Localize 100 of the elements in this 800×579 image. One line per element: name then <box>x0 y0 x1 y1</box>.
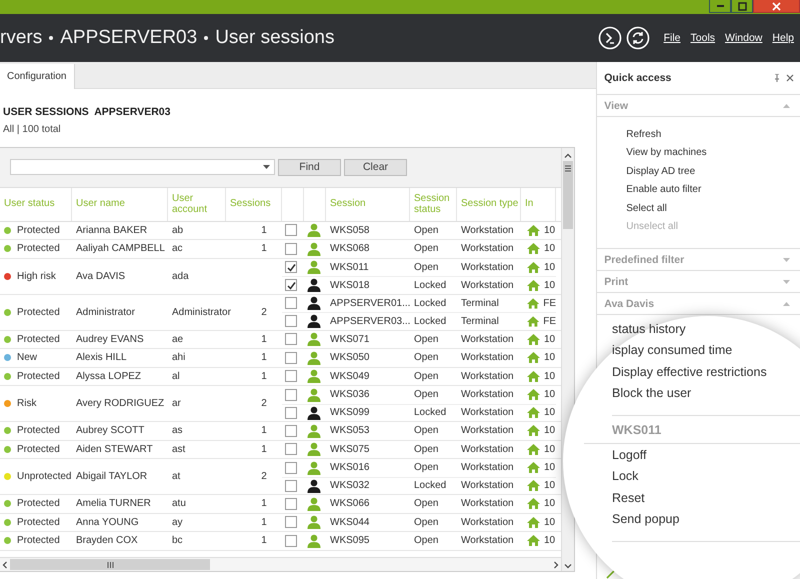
session-status: Locked <box>414 480 446 492</box>
scrollbar-thumb[interactable] <box>563 161 573 229</box>
house-icon <box>527 444 540 455</box>
check-icon <box>606 569 616 579</box>
close-icon[interactable] <box>786 74 794 82</box>
menu-item[interactable]: Help <box>772 32 794 44</box>
find-button[interactable]: Find <box>278 158 341 176</box>
session-status: Open <box>414 224 438 236</box>
panel-action[interactable]: status history <box>612 318 800 340</box>
user-account: ada <box>172 270 189 282</box>
panel-action[interactable]: isplay consumed time <box>612 340 800 361</box>
session-status: Open <box>414 262 438 273</box>
session-type: Workstation <box>461 389 514 400</box>
row-checkbox[interactable] <box>285 516 297 528</box>
panel-action[interactable]: Refresh <box>626 125 800 144</box>
user-account: ay <box>172 516 183 528</box>
prompt-icon[interactable] <box>598 26 622 50</box>
menu-item[interactable]: Tools <box>690 32 716 44</box>
row-checkbox[interactable] <box>285 388 297 401</box>
session-status: Locked <box>414 316 446 327</box>
breadcrumb-item[interactable]: User sessions <box>215 27 335 49</box>
panel-action[interactable]: Reset <box>612 487 800 508</box>
session-type: Workstation <box>461 480 514 492</box>
row-checkbox[interactable] <box>285 279 297 292</box>
menu-item[interactable]: Window <box>725 32 762 44</box>
minimize-button[interactable] <box>709 0 731 13</box>
scrollbar-thumb[interactable] <box>10 559 210 570</box>
session-count: 1 <box>261 425 267 436</box>
row-checkbox[interactable] <box>285 242 297 255</box>
house-icon <box>527 516 540 528</box>
row-checkbox[interactable] <box>285 297 297 310</box>
table-cell: 10 <box>544 516 556 528</box>
session-name: WKS071 <box>330 334 370 345</box>
session-count: 1 <box>261 370 267 382</box>
summary-text: All | 100 total <box>3 124 62 135</box>
session-name: WKS011 <box>330 262 369 273</box>
session-status: Open <box>414 535 438 546</box>
row-checkbox[interactable] <box>285 480 297 492</box>
row-checkbox[interactable] <box>285 261 297 274</box>
user-name: Avery RODRIGUEZ <box>76 398 164 410</box>
close-button[interactable] <box>753 0 800 13</box>
user-account: bc <box>172 535 183 546</box>
session-status: Open <box>414 516 438 528</box>
dropdown-caret-icon[interactable] <box>263 165 270 170</box>
table-cell: 10 <box>544 352 556 364</box>
table-cell: 10 <box>544 224 556 236</box>
panel-action[interactable]: Logoff <box>612 444 800 466</box>
row-checkbox[interactable] <box>285 462 297 474</box>
breadcrumb-item[interactable]: APPSERVER03 <box>60 27 198 49</box>
caret-icon <box>783 104 790 108</box>
session-type: Workstation <box>461 535 514 546</box>
session-name: WKS018 <box>330 280 370 291</box>
house-icon <box>527 462 540 474</box>
filter-combo-field[interactable] <box>10 159 275 176</box>
clear-button[interactable]: Clear <box>344 158 407 176</box>
table-cell: 10 <box>544 407 556 418</box>
session-name: WKS036 <box>330 389 370 400</box>
session-count: 2 <box>261 471 267 482</box>
house-icon <box>527 535 540 546</box>
row-checkbox[interactable] <box>285 333 297 346</box>
session-count: 1 <box>261 243 267 254</box>
panel-action[interactable]: Display AD tree <box>626 162 800 180</box>
row-checkbox[interactable] <box>285 224 297 236</box>
panel-action[interactable]: Lock <box>612 466 800 487</box>
panel-action[interactable]: Enable auto filter <box>626 180 800 199</box>
close-icon <box>772 2 781 10</box>
row-checkbox[interactable] <box>285 534 297 547</box>
row-checkbox[interactable] <box>285 406 297 419</box>
refresh-icon[interactable] <box>626 26 650 50</box>
horizontal-scrollbar[interactable] <box>0 557 562 571</box>
row-checkbox[interactable] <box>285 352 297 364</box>
panel-action[interactable]: Display effective restrictions <box>612 361 800 382</box>
row-checkbox[interactable] <box>285 315 297 328</box>
row-checkbox[interactable] <box>285 370 297 382</box>
session-count: 1 <box>261 498 267 510</box>
panel-action[interactable]: Send popup <box>612 508 800 530</box>
scroll-left-icon[interactable] <box>0 560 10 570</box>
session-name: WKS044 <box>330 516 370 528</box>
menu-item[interactable]: File <box>664 32 681 44</box>
configuration-tab[interactable]: Configuration <box>0 64 76 89</box>
house-icon <box>527 480 540 492</box>
session-type: Workstation <box>461 462 514 474</box>
session-type: Workstation <box>461 243 514 254</box>
session-type: Workstation <box>461 334 514 345</box>
panel-action[interactable]: View by machines <box>626 144 800 162</box>
session-name: WKS032 <box>330 480 370 492</box>
session-status: Open <box>414 243 438 254</box>
panel-action[interactable]: Block the user <box>612 382 800 404</box>
breadcrumb-item[interactable]: rvers <box>0 27 42 49</box>
user-account: at <box>172 471 180 482</box>
scroll-down-icon[interactable] <box>563 561 573 571</box>
row-checkbox[interactable] <box>285 424 297 437</box>
table-cell: FE <box>543 298 556 309</box>
pin-icon[interactable] <box>774 74 780 82</box>
table-cell: 10 <box>544 535 556 546</box>
table-cell: 10 <box>544 425 556 436</box>
row-checkbox[interactable] <box>285 443 297 456</box>
user-name: Aiden STEWART <box>76 444 153 455</box>
panel-action[interactable]: Select all <box>626 199 800 218</box>
row-checkbox[interactable] <box>285 498 297 510</box>
